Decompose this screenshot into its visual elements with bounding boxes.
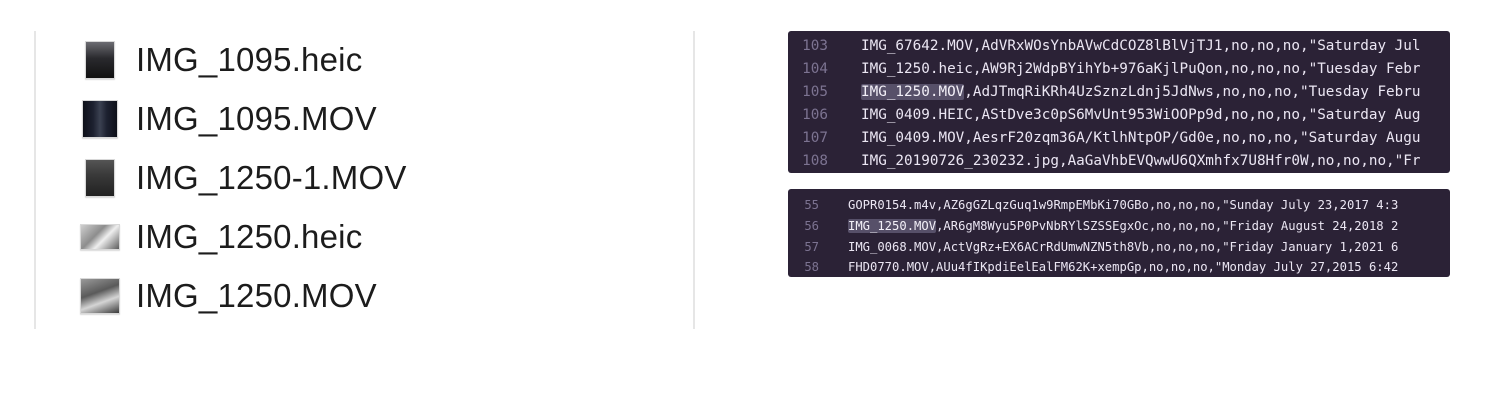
file-row[interactable]: IMG_1250-1.MOV [80,154,640,202]
line-text: IMG_1250.heic,AW9Rj2WdpBYihYb+976aKjlPuQ… [861,61,1421,77]
line-text: GOPR0154.m4v,AZ6gGZLqzGuq1w9RmpEMbKi70GB… [848,198,1399,212]
column-divider-right [693,31,695,329]
file-name: IMG_1250-1.MOV [136,159,407,196]
line-number: 105 [802,84,828,100]
code-line: 56 IMG_1250.MOV,AR6gM8Wyu5P0PvNbRYlSZSSE… [788,215,1450,237]
file-row[interactable]: IMG_1250.MOV [80,272,640,320]
file-name: IMG_1095.heic [136,41,363,78]
line-text: IMG_0409.MOV,AesrF20zqm36A/KtlhNtpOP/Gd0… [861,130,1421,146]
line-text: FHD0770.MOV,AUu4fIKpdiEelEalFM62K+xempGp… [848,260,1399,274]
file-name: IMG_1095.MOV [136,100,377,137]
code-line: 107 IMG_0409.MOV,AesrF20zqm36A/KtlhNtpOP… [788,127,1450,149]
code-editor-top: 103 IMG_67642.MOV,AdVRxWOsYnbAVwCdCOZ8lB… [788,31,1450,173]
line-number: 107 [802,130,828,146]
line-text: IMG_20190726_230232.jpg,AaGaVhbEVQwwU6QX… [861,153,1421,169]
code-line: 58 FHD0770.MOV,AUu4fIKpdiEelEalFM62K+xem… [788,256,1450,277]
video-thumbnail-icon [80,158,120,198]
file-row[interactable]: IMG_1250.heic [80,213,640,261]
file-row[interactable]: IMG_1095.heic [80,36,640,84]
code-line: 103 IMG_67642.MOV,AdVRxWOsYnbAVwCdCOZ8lB… [788,35,1450,57]
line-text: IMG_0409.HEIC,AStDve3c0pS6MvUnt953WiOOPp… [861,107,1421,123]
line-number: 58 [804,260,819,274]
code-line: 105 IMG_1250.MOV,AdJTmqRiKRh4UzSznzLdnj5… [788,81,1450,103]
line-number: 56 [804,219,819,233]
line-number: 103 [802,38,828,54]
search-highlight: IMG_1250.MOV [848,219,937,233]
line-number: 55 [804,198,819,212]
line-text: IMG_0068.MOV,ActVgRz+EX6ACrRdUmwNZN5th8V… [848,240,1399,254]
line-number: 106 [802,107,828,123]
line-number: 57 [804,240,819,254]
code-editor-bottom: 55 GOPR0154.m4v,AZ6gGZLqzGuq1w9RmpEMbKi7… [788,189,1450,277]
video-thumbnail-icon [80,276,120,316]
code-line: 55 GOPR0154.m4v,AZ6gGZLqzGuq1w9RmpEMbKi7… [788,194,1450,216]
code-line: 106 IMG_0409.HEIC,AStDve3c0pS6MvUnt953Wi… [788,104,1450,126]
file-row[interactable]: IMG_1095.MOV [80,95,640,143]
file-name: IMG_1250.heic [136,218,363,255]
line-text: IMG_1250.MOV,AR6gM8Wyu5P0PvNbRYlSZSSEgxO… [848,219,1399,233]
video-thumbnail-icon [80,99,120,139]
line-number: 108 [802,153,828,169]
line-text: IMG_1250.MOV,AdJTmqRiKRh4UzSznzLdnj5JdNw… [861,84,1421,100]
finder-file-list: IMG_1095.heic IMG_1095.MOV IMG_1250-1.MO… [34,31,696,329]
photo-thumbnail-icon [80,40,120,80]
column-divider-left [34,31,36,329]
photo-thumbnail-icon [80,217,120,257]
line-text: IMG_67642.MOV,AdVRxWOsYnbAVwCdCOZ8lBlVjT… [861,38,1421,54]
code-line: 57 IMG_0068.MOV,ActVgRz+EX6ACrRdUmwNZN5t… [788,236,1450,258]
file-name: IMG_1250.MOV [136,277,377,314]
code-line: 104 IMG_1250.heic,AW9Rj2WdpBYihYb+976aKj… [788,58,1450,80]
search-highlight: IMG_1250.MOV [861,84,965,100]
line-number: 104 [802,61,828,77]
code-line: 108 IMG_20190726_230232.jpg,AaGaVhbEVQww… [788,150,1450,172]
